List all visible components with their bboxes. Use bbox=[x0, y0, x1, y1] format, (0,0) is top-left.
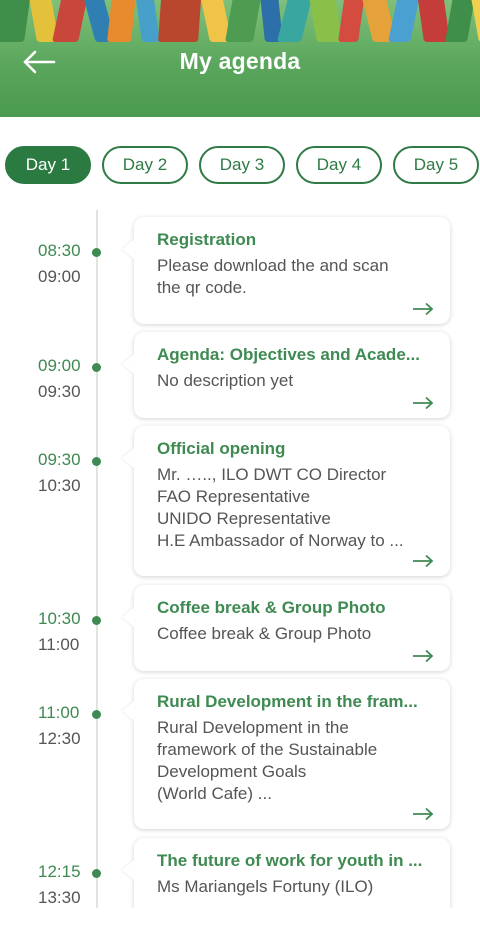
day-tabs: Day 1 Day 2 Day 3 Day 4 Day 5 bbox=[0, 146, 480, 186]
session-description: No description yet bbox=[157, 371, 294, 390]
tab-day-2[interactable]: Day 2 bbox=[102, 146, 188, 184]
session-card[interactable]: Rural Development in the fram... Rural D… bbox=[134, 679, 450, 829]
timeline-dot bbox=[92, 710, 101, 719]
timeline-line bbox=[96, 210, 98, 908]
session-title: Coffee break & Group Photo bbox=[157, 598, 386, 617]
session-description: Mr. ….., ILO DWT CO Director FAO Represe… bbox=[157, 465, 404, 550]
arrow-right-icon bbox=[413, 302, 434, 316]
start-time: 09:00 bbox=[38, 356, 81, 375]
arrow-right-icon bbox=[413, 807, 434, 821]
start-time: 12:15 bbox=[38, 862, 81, 881]
end-time: 13:30 bbox=[38, 888, 81, 907]
session-title: Rural Development in the fram... bbox=[157, 692, 418, 711]
session-description: Rural Development in the framework of th… bbox=[157, 718, 378, 803]
start-time: 11:00 bbox=[38, 703, 80, 722]
session-title: Registration bbox=[157, 230, 257, 249]
session-card[interactable]: Registration Please download the and sca… bbox=[134, 217, 450, 324]
tab-day-4[interactable]: Day 4 bbox=[296, 146, 382, 184]
session-description: Please download the and scan the qr code… bbox=[157, 256, 389, 297]
timeline-dot bbox=[92, 869, 101, 878]
session-title: Official opening bbox=[157, 439, 286, 458]
start-time: 10:30 bbox=[38, 609, 81, 628]
session-card[interactable]: Coffee break & Group Photo Coffee break … bbox=[134, 585, 450, 671]
end-time: 09:30 bbox=[38, 382, 81, 401]
timeline-dot bbox=[92, 457, 101, 466]
tab-day-3[interactable]: Day 3 bbox=[199, 146, 285, 184]
tab-day-5[interactable]: Day 5 bbox=[393, 146, 479, 184]
timeline-dot bbox=[92, 616, 101, 625]
books-banner-image bbox=[0, 0, 480, 42]
session-title: The future of work for youth in ... bbox=[157, 851, 423, 870]
arrow-right-icon bbox=[413, 554, 434, 568]
session-title: Agenda: Objectives and Acade... bbox=[157, 345, 420, 364]
end-time: 12:30 bbox=[38, 729, 81, 748]
arrow-right-icon bbox=[413, 396, 434, 410]
tab-day-1[interactable]: Day 1 bbox=[5, 146, 91, 184]
page-title: My agenda bbox=[179, 48, 301, 74]
agenda-list[interactable]: 08:30 09:00 Registration Please download… bbox=[0, 210, 480, 908]
arrow-right-icon bbox=[413, 649, 434, 663]
start-time: 09:30 bbox=[38, 450, 81, 469]
session-description: Coffee break & Group Photo bbox=[157, 624, 372, 643]
timeline-dot bbox=[92, 363, 101, 372]
timeline-dot bbox=[92, 248, 101, 257]
session-card[interactable]: The future of work for youth in ... Ms M… bbox=[134, 838, 450, 908]
end-time: 09:00 bbox=[38, 267, 81, 286]
session-card[interactable]: Agenda: Objectives and Acade... No descr… bbox=[134, 332, 450, 418]
end-time: 11:00 bbox=[38, 635, 80, 654]
session-card[interactable]: Official opening Mr. ….., ILO DWT CO Dir… bbox=[134, 426, 450, 576]
start-time: 08:30 bbox=[38, 241, 81, 260]
end-time: 10:30 bbox=[38, 476, 81, 495]
session-description: Ms Mariangels Fortuny (ILO) bbox=[157, 877, 374, 896]
app-header: My agenda bbox=[0, 0, 480, 117]
